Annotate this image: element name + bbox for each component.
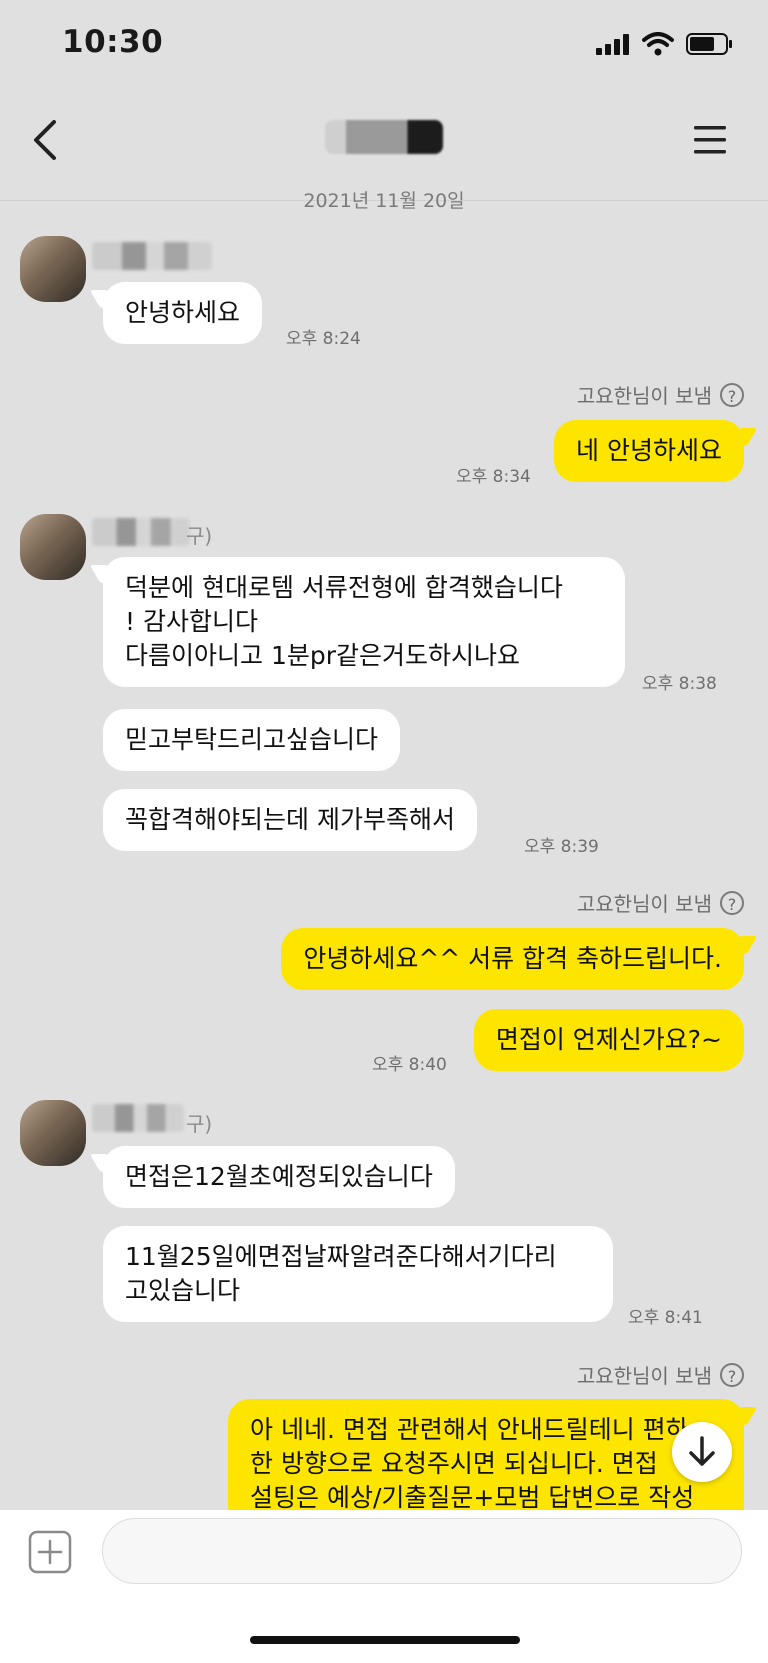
message-time: 오후 8:34 — [456, 467, 531, 487]
status-bar: 10:30 — [0, 0, 768, 90]
wifi-icon — [642, 32, 674, 56]
chat-title — [0, 118, 768, 154]
date-divider: 2021년 11월 20일 — [303, 190, 465, 212]
avatar[interactable] — [20, 1100, 86, 1166]
message-time: 오후 8:41 — [628, 1308, 703, 1328]
message-time: 오후 8:24 — [286, 329, 361, 349]
sender-name-suffix: 구) — [186, 524, 213, 548]
status-icons — [596, 32, 734, 56]
cellular-signal-icon — [596, 34, 629, 55]
message-bubble[interactable]: 네 안녕하세요 — [554, 420, 744, 482]
message-bubble[interactable]: 덕분에 현대로템 서류전형에 합격했습니다 ! 감사합니다 다름이아니고 1분p… — [103, 557, 625, 687]
message-bubble[interactable]: 믿고부탁드리고싶습니다 — [103, 709, 401, 771]
hamburger-menu-icon[interactable] — [690, 120, 730, 160]
sent-by-text: 고요한님이 보냄 — [576, 892, 712, 916]
sender-name-suffix: 구) — [186, 1112, 213, 1136]
message-input-bar — [0, 1510, 768, 1663]
blurred-sender-name — [92, 518, 190, 546]
message-bubble[interactable]: 안녕하세요^^ 서류 합격 축하드립니다. — [281, 928, 744, 990]
message-time: 오후 8:40 — [372, 1055, 447, 1075]
message-time: 오후 8:38 — [642, 674, 717, 694]
question-icon[interactable]: ? — [720, 382, 744, 407]
arrow-down-icon — [689, 1436, 715, 1466]
question-icon[interactable]: ? — [720, 1362, 744, 1387]
message-bubble[interactable]: 면접이 언제신가요?~ — [473, 1009, 744, 1071]
blurred-contact-name — [325, 119, 443, 154]
status-time: 10:30 — [62, 24, 164, 60]
sent-by-label: 고요한님이 보냄 ? — [577, 888, 744, 917]
message-input[interactable] — [102, 1518, 742, 1584]
message-bubble[interactable]: 안녕하세요 — [103, 282, 263, 344]
home-indicator — [250, 1636, 520, 1644]
scroll-to-bottom-button[interactable] — [672, 1422, 732, 1482]
message-bubble[interactable]: 11월25일에면접날짜알려준다해서기다리 고있습니다 — [103, 1226, 613, 1322]
sent-by-text: 고요한님이 보냄 — [576, 384, 712, 408]
avatar[interactable] — [20, 514, 86, 580]
sent-by-label: 고요한님이 보냄 ? — [577, 1360, 744, 1389]
plus-icon[interactable] — [28, 1530, 72, 1574]
message-time: 오후 8:39 — [524, 837, 599, 857]
battery-icon — [686, 33, 732, 55]
message-bubble[interactable]: 꼭합격해야되는데 제가부족해서 — [103, 789, 477, 851]
question-icon[interactable]: ? — [720, 890, 744, 915]
sent-by-text: 고요한님이 보냄 — [576, 1364, 712, 1388]
sent-by-label: 고요한님이 보냄 ? — [577, 380, 744, 409]
blurred-sender-name — [92, 242, 212, 270]
blurred-sender-name — [92, 1104, 184, 1132]
chat-header — [0, 90, 768, 201]
avatar[interactable] — [20, 236, 86, 302]
message-bubble[interactable]: 면접은12월초예정되있습니다 — [103, 1146, 455, 1208]
